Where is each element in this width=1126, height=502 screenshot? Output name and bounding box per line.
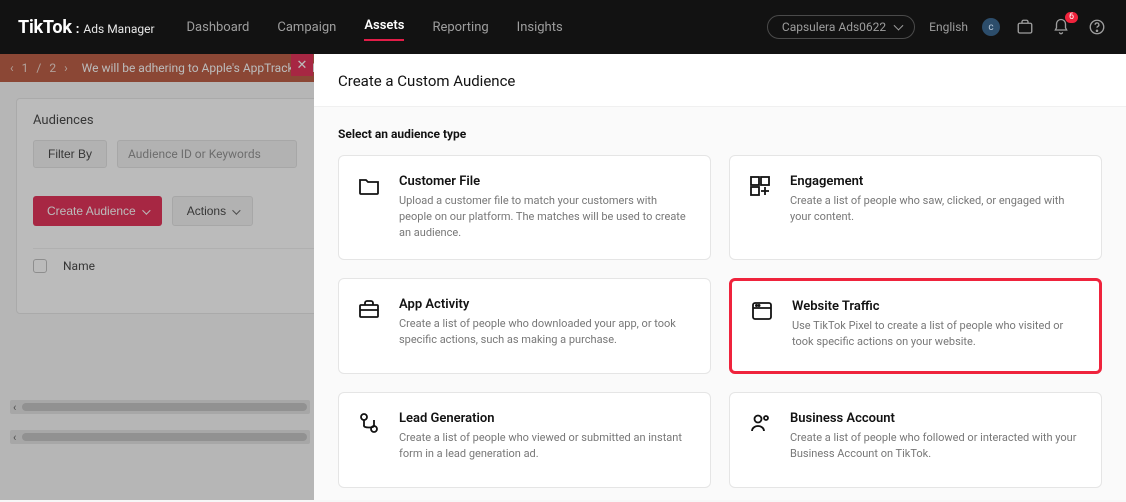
card-customer-file[interactable]: Customer File Upload a customer file to … <box>338 155 711 260</box>
h-scrollbar-outer[interactable] <box>10 430 310 444</box>
select-all-checkbox[interactable] <box>33 259 47 273</box>
browser-icon <box>750 299 774 323</box>
pager-total: 2 <box>49 61 56 75</box>
create-audience-modal: Create a Custom Audience Select an audie… <box>314 54 1126 500</box>
briefcase-icon <box>357 297 381 321</box>
notif-count: 6 <box>1065 12 1078 23</box>
notice-pager: ‹ 1 / 2 › <box>10 61 68 75</box>
card-title: App Activity <box>399 297 692 312</box>
nav-right: Capsulera Ads0622 English c 6 <box>767 15 1108 39</box>
card-engagement[interactable]: Engagement Create a list of people who s… <box>729 155 1102 260</box>
card-business-account[interactable]: Business Account Create a list of people… <box>729 392 1102 488</box>
nav-insights[interactable]: Insights <box>517 16 563 39</box>
notice-close-button[interactable]: ✕ <box>291 54 313 76</box>
column-name: Name <box>63 259 95 273</box>
nav-assets[interactable]: Assets <box>364 14 404 41</box>
card-desc: Create a list of people who saw, clicked… <box>790 193 1083 225</box>
brand-manager: Ads Manager <box>83 22 154 36</box>
top-nav: TikTok : Ads Manager Dashboard Campaign … <box>0 0 1126 54</box>
card-desc: Upload a customer file to match your cus… <box>399 193 692 241</box>
briefcase-icon[interactable] <box>1014 16 1036 38</box>
nav-reporting[interactable]: Reporting <box>432 16 488 39</box>
pager-index: 1 <box>22 61 29 75</box>
actions-button[interactable]: Actions <box>172 196 253 226</box>
nav-dashboard[interactable]: Dashboard <box>187 16 250 39</box>
avatar[interactable]: c <box>982 18 1000 36</box>
card-desc: Create a list of people who downloaded y… <box>399 316 692 348</box>
pager-sep: / <box>36 61 41 75</box>
modal-body: Select an audience type Customer File Up… <box>314 107 1126 500</box>
brand: TikTok : Ads Manager <box>18 17 155 38</box>
brand-separator: : <box>76 22 80 37</box>
account-selector[interactable]: Capsulera Ads0622 <box>767 15 915 39</box>
card-title: Business Account <box>790 411 1083 426</box>
card-app-activity[interactable]: App Activity Create a list of people who… <box>338 278 711 374</box>
bell-icon[interactable]: 6 <box>1050 16 1072 38</box>
audience-type-cards: Customer File Upload a customer file to … <box>338 155 1102 488</box>
card-title: Customer File <box>399 174 692 189</box>
filter-by-button[interactable]: Filter By <box>33 140 107 168</box>
brand-tiktok: TikTok <box>18 17 72 38</box>
card-desc: Create a list of people who viewed or su… <box>399 430 692 462</box>
nav-campaign[interactable]: Campaign <box>277 16 336 39</box>
search-input[interactable]: Audience ID or Keywords <box>117 140 297 168</box>
modal-title: Create a Custom Audience <box>314 54 1126 107</box>
language-selector[interactable]: English <box>929 20 968 34</box>
pager-prev-icon[interactable]: ‹ <box>10 61 14 75</box>
card-title: Website Traffic <box>792 299 1081 314</box>
card-title: Engagement <box>790 174 1083 189</box>
section-title: Select an audience type <box>338 127 1102 141</box>
engagement-icon <box>748 174 772 198</box>
pager-next-icon[interactable]: › <box>64 61 68 75</box>
card-desc: Use TikTok Pixel to create a list of peo… <box>792 318 1081 350</box>
h-scrollbar-inner[interactable] <box>10 400 310 414</box>
card-title: Lead Generation <box>399 411 692 426</box>
card-desc: Create a list of people who followed or … <box>790 430 1083 462</box>
folder-icon <box>357 174 381 198</box>
card-lead-generation[interactable]: Lead Generation Create a list of people … <box>338 392 711 488</box>
lead-gen-icon <box>357 411 381 435</box>
person-icon <box>748 411 772 435</box>
nav-links: Dashboard Campaign Assets Reporting Insi… <box>187 14 563 41</box>
create-audience-button[interactable]: Create Audience <box>33 196 162 226</box>
help-icon[interactable] <box>1086 16 1108 38</box>
card-website-traffic[interactable]: Website Traffic Use TikTok Pixel to crea… <box>729 278 1102 374</box>
